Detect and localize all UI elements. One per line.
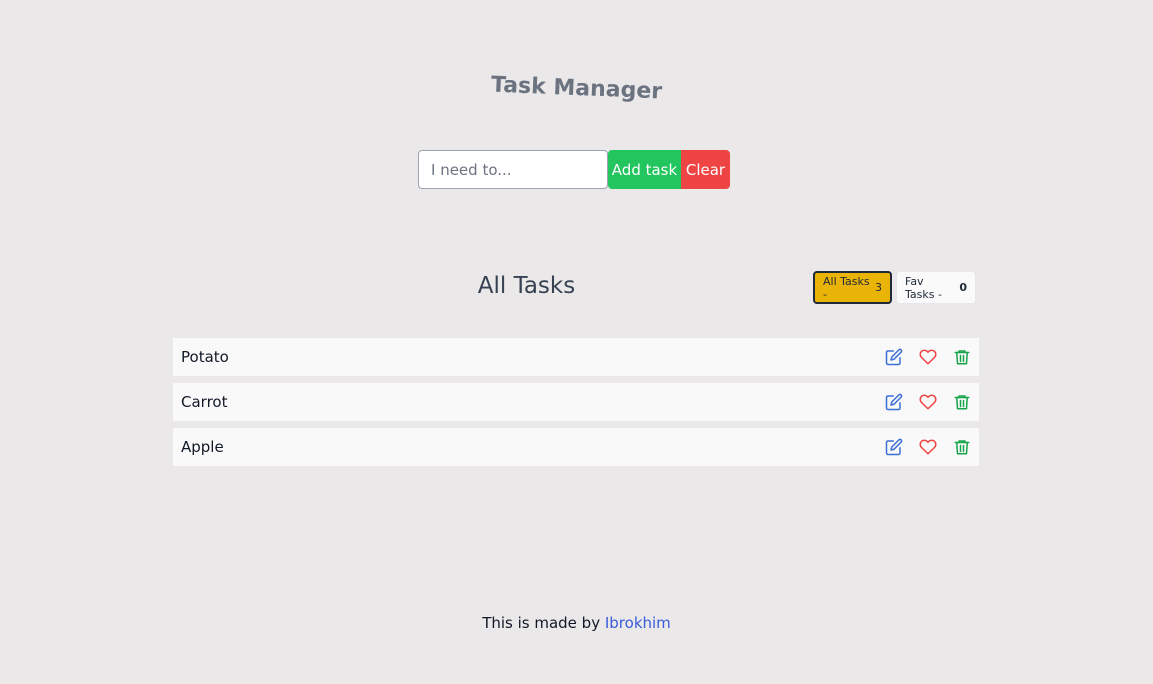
edit-icon[interactable] xyxy=(885,348,903,366)
task-row: Apple xyxy=(173,428,979,466)
clear-button[interactable]: Clear xyxy=(681,150,730,189)
footer: This is made by Ibrokhim xyxy=(0,614,1153,632)
all-tasks-filter-button[interactable]: All Tasks - 3 xyxy=(813,271,892,304)
footer-text: This is made by xyxy=(482,614,601,632)
task-input[interactable] xyxy=(418,150,608,189)
task-actions xyxy=(885,393,971,411)
heart-icon[interactable] xyxy=(919,348,937,366)
heart-icon[interactable] xyxy=(919,438,937,456)
task-actions xyxy=(885,348,971,366)
trash-icon[interactable] xyxy=(953,438,971,456)
all-tasks-label: All Tasks - xyxy=(823,274,870,301)
task-name: Potato xyxy=(181,348,229,366)
filter-group: All Tasks - 3 Fav Tasks - 0 xyxy=(813,271,976,304)
author-link[interactable]: Ibrokhim xyxy=(605,614,671,632)
all-tasks-count: 3 xyxy=(875,281,882,294)
task-name: Apple xyxy=(181,438,224,456)
fav-tasks-count: 0 xyxy=(959,281,967,294)
fav-tasks-filter-button[interactable]: Fav Tasks - 0 xyxy=(896,271,976,304)
task-name: Carrot xyxy=(181,393,228,411)
edit-icon[interactable] xyxy=(885,438,903,456)
task-actions xyxy=(885,438,971,456)
add-task-form: Add task Clear xyxy=(418,150,730,189)
add-task-button[interactable]: Add task xyxy=(608,150,681,189)
heart-icon[interactable] xyxy=(919,393,937,411)
trash-icon[interactable] xyxy=(953,348,971,366)
fav-tasks-label: Fav Tasks - xyxy=(905,274,942,301)
page-title: Task Manager xyxy=(490,72,663,105)
trash-icon[interactable] xyxy=(953,393,971,411)
task-list: Potato Carrot Apple xyxy=(173,338,979,473)
task-row: Potato xyxy=(173,338,979,376)
task-row: Carrot xyxy=(173,383,979,421)
edit-icon[interactable] xyxy=(885,393,903,411)
